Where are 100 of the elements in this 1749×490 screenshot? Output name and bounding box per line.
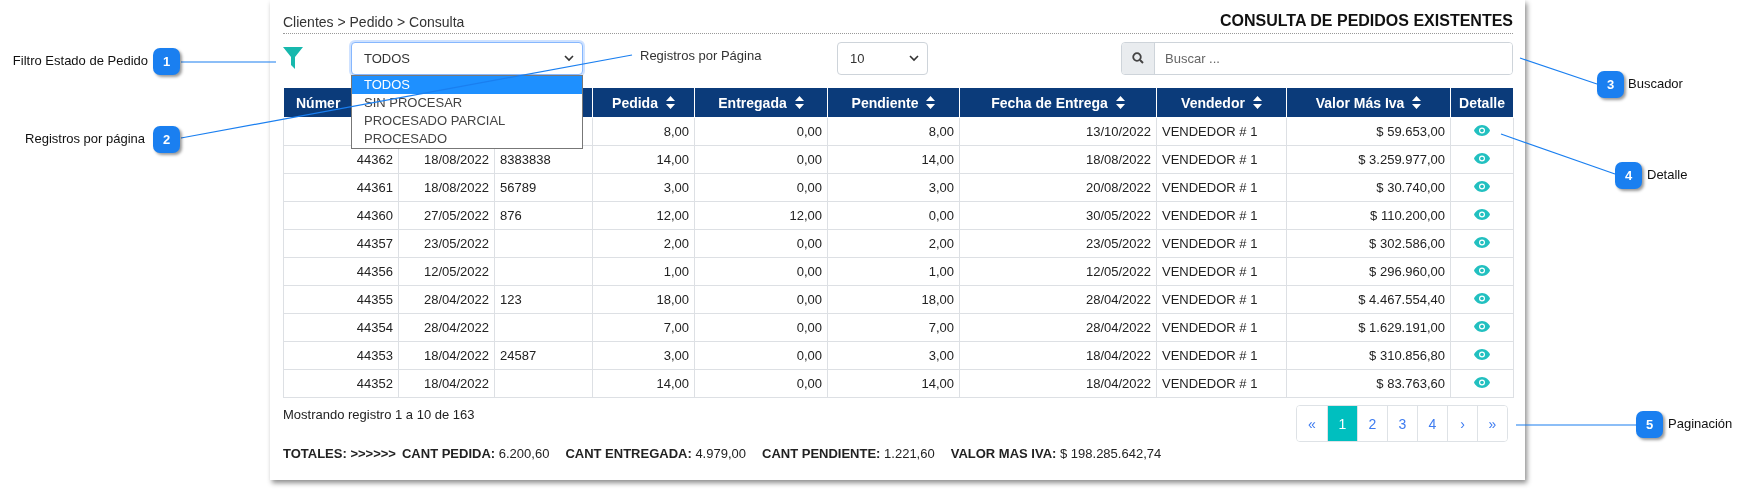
table-cell: VENDEDOR # 1 (1162, 264, 1258, 279)
table-cell: 12/05/2022 (1085, 264, 1151, 279)
table-cell: 28/04/2022 (423, 292, 489, 307)
table-cell: 8,00 (663, 124, 689, 139)
table-cell: 12,00 (789, 208, 822, 223)
table-cell: 0,00 (796, 376, 822, 391)
callout-label: Registros por página (25, 131, 145, 146)
sort-icon[interactable] (1412, 96, 1422, 109)
eye-icon[interactable] (1474, 349, 1490, 360)
table-cell: 18,00 (656, 292, 689, 307)
table-cell: VENDEDOR # 1 (1162, 180, 1258, 195)
sort-icon[interactable] (926, 96, 936, 109)
eye-icon[interactable] (1474, 181, 1490, 192)
table-cell: 0,00 (796, 152, 822, 167)
chevron-down-icon (909, 54, 919, 62)
table-cell: VENDEDOR # 1 (1162, 208, 1258, 223)
table-cell: $ 59.653,00 (1376, 124, 1445, 139)
table-cell: VENDEDOR # 1 (1162, 236, 1258, 251)
table-cell: $ 296.960,00 (1369, 264, 1445, 279)
table-cell: VENDEDOR # 1 (1162, 320, 1258, 335)
table-cell: 12,00 (656, 208, 689, 223)
total-item: CANT PEDIDA: 6.200,60 (401, 446, 550, 461)
eye-icon[interactable] (1474, 209, 1490, 220)
table-cell: 24587 (500, 348, 537, 363)
eye-icon[interactable] (1474, 153, 1490, 164)
eye-icon[interactable] (1474, 125, 1490, 136)
table-cell: 7,00 (928, 320, 954, 335)
table-cell: $ 1.629.191,00 (1358, 320, 1445, 335)
table-cell: 44360 (356, 208, 393, 223)
callout-badge: 3 (1597, 71, 1624, 98)
table-cell: 3,00 (663, 180, 689, 195)
table-cell: VENDEDOR # 1 (1162, 124, 1258, 139)
filter-icon[interactable] (283, 47, 303, 69)
table-cell: 0,00 (796, 264, 822, 279)
eye-icon[interactable] (1474, 321, 1490, 332)
page-size-label: Registros por Página (640, 48, 763, 63)
table-cell: $ 302.586,00 (1369, 236, 1445, 251)
record-count: Mostrando registro 1 a 10 de 163 (283, 407, 475, 424)
table-cell: 0,00 (796, 180, 822, 195)
callout-label: Paginación (1668, 416, 1733, 431)
column-header[interactable]: Valor Más Iva (1286, 87, 1451, 118)
table-cell: 123 (500, 292, 522, 307)
column-header[interactable]: Vendedor (1156, 87, 1287, 118)
search-field[interactable]: Buscar ... (1121, 41, 1513, 75)
table-cell: 14,00 (656, 152, 689, 167)
table-cell: 23/05/2022 (1085, 236, 1151, 251)
total-item: CANT PENDIENTE: 1.221,60 (762, 446, 935, 461)
table-cell: 18/04/2022 (423, 376, 489, 391)
table-cell: 18/04/2022 (1085, 376, 1151, 391)
eye-icon[interactable] (1474, 265, 1490, 276)
table-cell: 3,00 (928, 348, 954, 363)
column-header[interactable]: Entregada (694, 87, 828, 118)
table-cell: VENDEDOR # 1 (1162, 348, 1258, 363)
table-cell: VENDEDOR # 1 (1162, 292, 1258, 307)
callout-badge: 4 (1615, 162, 1642, 189)
eye-icon[interactable] (1474, 237, 1490, 248)
table-cell: 876 (500, 208, 522, 223)
table-cell: 2,00 (928, 236, 954, 251)
table-cell: $ 310.856,80 (1369, 348, 1445, 363)
chevron-down-icon (564, 54, 574, 62)
callout-badge: 1 (153, 48, 180, 75)
sort-icon[interactable] (1252, 96, 1262, 109)
table-cell: 12/05/2022 (423, 264, 489, 279)
table-cell: 44361 (356, 180, 393, 195)
eye-icon[interactable] (1474, 377, 1490, 388)
table-cell: 18/04/2022 (423, 348, 489, 363)
sort-icon[interactable] (1115, 96, 1125, 109)
eye-icon[interactable] (1474, 293, 1490, 304)
sort-icon[interactable] (665, 96, 675, 109)
table-cell: 14,00 (921, 376, 954, 391)
sort-icon[interactable] (794, 96, 804, 109)
search-icon[interactable] (1132, 52, 1144, 64)
table-cell: 1,00 (663, 264, 689, 279)
totals-label: TOTALES: >>>>>> (283, 446, 396, 461)
table-cell: 20/08/2022 (1085, 180, 1151, 195)
table-cell: $ 110.200,00 (1370, 208, 1445, 223)
callout-badge: 5 (1636, 411, 1663, 438)
table-cell: 23/05/2022 (423, 236, 489, 251)
callout-label: Detalle (1647, 167, 1688, 182)
table-cell: 13/10/2022 (1085, 124, 1151, 139)
column-header[interactable]: Detalle (1450, 87, 1514, 118)
column-header[interactable]: Fecha de Entrega (959, 87, 1157, 118)
table-cell: 18/08/2022 (423, 180, 489, 195)
table-cell: 0,00 (928, 208, 954, 223)
table-cell: 18,00 (921, 292, 954, 307)
table-cell: $ 30.740,00 (1376, 180, 1445, 195)
table-cell: 27/05/2022 (423, 208, 489, 223)
column-header[interactable]: Pendiente (827, 87, 960, 118)
page-title: CONSULTA DE PEDIDOS EXISTENTES (1219, 12, 1513, 30)
table-cell: 44353 (356, 348, 393, 363)
page-size-select[interactable]: 10 (837, 41, 928, 75)
table-cell: 44352 (356, 376, 393, 391)
table-cell: 28/04/2022 (423, 320, 489, 335)
table-cell: 8383838 (500, 152, 551, 167)
status-select[interactable]: TODOS (351, 41, 583, 75)
column-header[interactable]: Pedida (592, 87, 695, 118)
table-cell: 44362 (356, 152, 393, 167)
table-cell: 8,00 (928, 124, 954, 139)
page-button[interactable]: » (1477, 406, 1507, 441)
table-cell: 0,00 (796, 236, 822, 251)
